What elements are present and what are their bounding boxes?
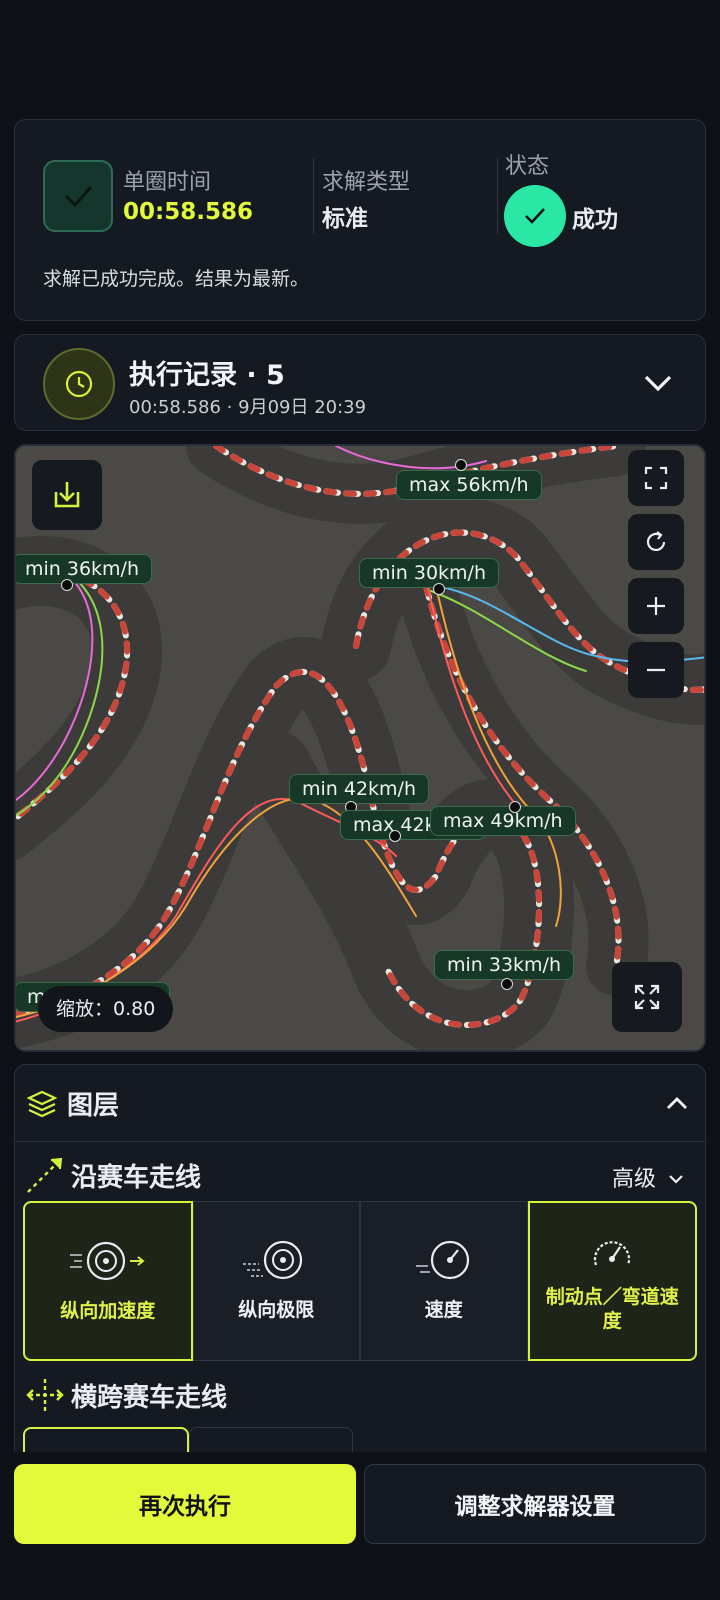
chevron-down-icon[interactable] — [641, 369, 675, 397]
zoom-in-button[interactable] — [628, 578, 684, 634]
success-check-icon — [504, 185, 566, 247]
tire-acceleration-icon — [68, 1233, 148, 1289]
minus-icon — [647, 668, 665, 672]
speed-tag: min 36km/h — [16, 554, 152, 584]
clock-icon — [43, 348, 115, 420]
speed-marker — [389, 830, 401, 842]
summary-message: 求解已成功完成。结果为最新。 — [43, 268, 310, 290]
rerun-button[interactable]: 再次执行 — [14, 1464, 356, 1544]
reset-view-button[interactable] — [628, 514, 684, 570]
advanced-label: 高级 — [611, 1167, 656, 1192]
speed-marker — [433, 583, 445, 595]
execution-history-card[interactable]: 执行记录 · 5 00:58.586 · 9月09日 20:39 — [14, 334, 706, 431]
adjust-solver-settings-button[interactable]: 调整求解器设置 — [364, 1464, 706, 1544]
speed-tag: min 42km/h — [289, 774, 429, 804]
tile-longitudinal-acceleration[interactable]: 纵向加速度 — [23, 1201, 193, 1361]
speed-tag: max 49km/h — [430, 806, 576, 836]
download-icon — [54, 482, 80, 508]
track-map[interactable]: max 56km/h min 36km/h min 30km/h min 42k… — [14, 444, 706, 1052]
layers-title: 图层 — [67, 1091, 120, 1121]
divider — [497, 158, 498, 234]
download-button[interactable] — [32, 460, 102, 530]
refresh-icon — [646, 531, 666, 551]
speed-tag: min 33km/h — [434, 950, 574, 980]
fullscreen-icon — [644, 466, 668, 490]
speedometer-icon — [414, 1232, 474, 1288]
tile-label: 速度 — [424, 1299, 463, 1321]
chevron-down-icon — [669, 1175, 683, 1184]
solve-summary-card: 单圈时间 00:58.586 求解类型 标准 状态 成功 求解已成功完成。结果为… — [14, 119, 706, 321]
gauge-icon — [590, 1225, 634, 1281]
chevron-up-icon[interactable] — [663, 1091, 691, 1115]
history-subtitle: 00:58.586 · 9月09日 20:39 — [129, 397, 367, 418]
fullscreen-button[interactable] — [628, 450, 684, 506]
solve-type-value: 标准 — [322, 206, 368, 232]
tile-label: 制动点／弯道速度 — [545, 1286, 679, 1332]
advanced-dropdown[interactable]: 高级 — [612, 1161, 685, 1193]
tile-speed[interactable]: 速度 — [360, 1201, 528, 1361]
plus-icon — [647, 597, 665, 615]
along-racing-line-title: 沿赛车走线 — [71, 1163, 202, 1193]
speed-marker — [509, 801, 521, 813]
along-line-icon — [25, 1155, 65, 1199]
lap-time-label: 单圈时间 — [123, 170, 212, 195]
divider — [15, 1141, 705, 1142]
expand-button[interactable] — [612, 962, 682, 1032]
expand-icon — [634, 984, 660, 1010]
status-label: 状态 — [505, 154, 550, 179]
status-value: 成功 — [572, 207, 618, 233]
layers-icon — [26, 1089, 58, 1123]
history-title: 执行记录 · 5 — [129, 360, 285, 391]
cross-line-icon — [25, 1375, 65, 1419]
layers-panel: 图层 沿赛车走线 高级 纵向加速度 纵向极限 速度 制动点／弯道速度 横跨赛车走… — [14, 1064, 706, 1467]
layer-tiles: 纵向加速度 纵向极限 速度 制动点／弯道速度 — [23, 1201, 697, 1361]
tile-braking-corner-speed[interactable]: 制动点／弯道速度 — [527, 1201, 697, 1361]
speed-marker — [501, 978, 513, 990]
tile-longitudinal-limit[interactable]: 纵向极限 — [192, 1201, 360, 1361]
bottom-action-bar: 再次执行 调整求解器设置 — [0, 1452, 720, 1600]
divider — [313, 158, 314, 234]
tile-label: 纵向极限 — [238, 1299, 315, 1321]
speed-tag: min 30km/h — [359, 558, 499, 588]
tire-speed-icon — [241, 1232, 311, 1288]
lap-time-value: 00:58.586 — [123, 199, 253, 225]
speed-tag: max 56km/h — [396, 470, 542, 500]
track-map-canvas — [16, 446, 704, 1050]
speed-marker — [61, 579, 73, 591]
zoom-out-button[interactable] — [628, 642, 684, 698]
tile-label: 纵向加速度 — [60, 1300, 156, 1322]
solve-type-label: 求解类型 — [322, 170, 411, 195]
zoom-level-indicator: 缩放：0.80 — [38, 986, 174, 1032]
speed-marker — [455, 459, 467, 471]
across-racing-line-title: 横跨赛车走线 — [71, 1383, 228, 1413]
lap-check-icon — [43, 160, 113, 232]
